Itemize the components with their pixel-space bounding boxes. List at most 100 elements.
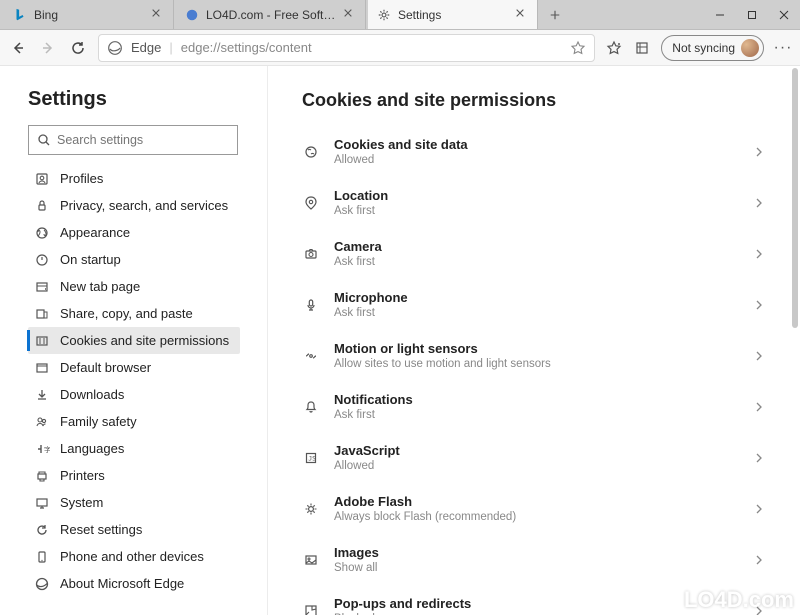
family-icon: [34, 414, 50, 430]
favorites-icon[interactable]: [605, 39, 623, 57]
chevron-right-icon: [754, 249, 764, 259]
permission-title: Cookies and site data: [334, 137, 754, 152]
profile-sync-button[interactable]: Not syncing: [661, 35, 764, 61]
startup-icon: [34, 252, 50, 268]
downloads-icon: [34, 387, 50, 403]
permission-status: Always block Flash (recommended): [334, 511, 754, 523]
chevron-right-icon: [754, 402, 764, 412]
collections-icon[interactable]: [633, 39, 651, 57]
chevron-right-icon: [754, 198, 764, 208]
tab-bing[interactable]: Bing: [4, 0, 174, 29]
permission-title: Microphone: [334, 290, 754, 305]
chevron-right-icon: [754, 147, 764, 157]
favorite-icon[interactable]: [570, 40, 586, 56]
javascript-icon: JS: [302, 449, 320, 467]
sidebar-item-about[interactable]: About Microsoft Edge: [28, 570, 240, 597]
sync-label: Not syncing: [672, 41, 735, 55]
sidebar-item-profiles[interactable]: Profiles: [28, 165, 240, 192]
sidebar-item-label: New tab page: [60, 279, 140, 294]
permission-notifications[interactable]: NotificationsAsk first: [302, 384, 772, 429]
content-heading: Cookies and site permissions: [302, 90, 772, 111]
forward-button[interactable]: [38, 38, 58, 58]
sidebar-item-share[interactable]: Share, copy, and paste: [28, 300, 240, 327]
permission-microphone[interactable]: Microphone Ask first: [302, 282, 772, 327]
permission-cookies[interactable]: Cookies and site data Allowed: [302, 129, 772, 174]
settings-sidebar: Settings ProfilesPrivacy, search, and se…: [0, 66, 268, 615]
privacy-icon: [34, 198, 50, 214]
new-tab-icon: [34, 279, 50, 295]
close-icon[interactable]: [515, 8, 529, 22]
url-text: edge://settings/content: [181, 40, 563, 55]
bing-icon: [12, 7, 28, 23]
maximize-button[interactable]: [736, 0, 768, 29]
permission-status: Allowed: [334, 460, 754, 472]
sidebar-item-startup[interactable]: On startup: [28, 246, 240, 273]
microphone-icon: [302, 296, 320, 314]
sidebar-item-label: Default browser: [60, 360, 151, 375]
scrollbar[interactable]: [792, 68, 798, 328]
permission-text: ImagesShow all: [334, 545, 754, 574]
camera-icon: [302, 245, 320, 263]
sidebar-item-cookies[interactable]: Cookies and site permissions: [28, 327, 240, 354]
sidebar-item-printers[interactable]: Printers: [28, 462, 240, 489]
svg-text:JS: JS: [308, 454, 316, 462]
permission-motion-sensors[interactable]: Motion or light sensorsAllow sites to us…: [302, 333, 772, 378]
chevron-right-icon: [754, 555, 764, 565]
sidebar-item-label: Languages: [60, 441, 124, 456]
permission-status: Ask first: [334, 205, 754, 217]
profiles-icon: [34, 171, 50, 187]
search-settings[interactable]: [28, 125, 238, 155]
permission-popups[interactable]: Pop-ups and redirectsBlocked: [302, 588, 772, 615]
permission-camera[interactable]: CameraAsk first: [302, 231, 772, 276]
sidebar-item-phone[interactable]: Phone and other devices: [28, 543, 240, 570]
sidebar-item-default-browser[interactable]: Default browser: [28, 354, 240, 381]
toolbar-right: Not syncing ···: [605, 35, 792, 61]
toolbar: Edge | edge://settings/content Not synci…: [0, 30, 800, 66]
lo4d-icon: [184, 7, 200, 23]
permission-location[interactable]: LocationAsk first: [302, 180, 772, 225]
permission-text: Adobe FlashAlways block Flash (recommend…: [334, 494, 754, 523]
more-menu-button[interactable]: ···: [774, 39, 792, 57]
minimize-button[interactable]: [704, 0, 736, 29]
permission-title: Notifications: [334, 392, 754, 407]
images-icon: [302, 551, 320, 569]
tab-settings[interactable]: Settings: [368, 0, 538, 29]
back-button[interactable]: [8, 38, 28, 58]
edge-icon: [107, 40, 123, 56]
tab-lo4d[interactable]: LO4D.com - Free Software Down…: [176, 0, 366, 29]
permission-flash[interactable]: Adobe FlashAlways block Flash (recommend…: [302, 486, 772, 531]
sidebar-item-system[interactable]: System: [28, 489, 240, 516]
permission-images[interactable]: ImagesShow all: [302, 537, 772, 582]
sidebar-item-label: Reset settings: [60, 522, 142, 537]
sidebar-item-label: System: [60, 495, 103, 510]
sidebar-item-languages[interactable]: 字 Languages: [28, 435, 240, 462]
permission-status: Ask first: [334, 307, 754, 319]
sidebar-item-reset[interactable]: Reset settings: [28, 516, 240, 543]
sidebar-item-new-tab[interactable]: New tab page: [28, 273, 240, 300]
sidebar-item-family[interactable]: Family safety: [28, 408, 240, 435]
divider: |: [169, 40, 172, 55]
cookies-icon: [302, 143, 320, 161]
about-icon: [34, 576, 50, 592]
location-icon: [302, 194, 320, 212]
search-icon: [37, 133, 51, 147]
permission-status: Allowed: [334, 154, 754, 166]
sidebar-item-downloads[interactable]: Downloads: [28, 381, 240, 408]
search-input[interactable]: [57, 133, 229, 147]
sidebar-item-privacy[interactable]: Privacy, search, and services: [28, 192, 240, 219]
languages-icon: 字: [34, 441, 50, 457]
sidebar-item-appearance[interactable]: Appearance: [28, 219, 240, 246]
system-icon: [34, 495, 50, 511]
close-icon[interactable]: [151, 8, 165, 22]
permission-javascript[interactable]: JS JavaScript Allowed: [302, 435, 772, 480]
permission-status: Ask first: [334, 256, 754, 268]
new-tab-button[interactable]: [540, 0, 570, 29]
refresh-button[interactable]: [68, 38, 88, 58]
permission-text: Microphone Ask first: [334, 290, 754, 319]
address-bar[interactable]: Edge | edge://settings/content: [98, 34, 595, 62]
close-icon[interactable]: [343, 8, 357, 22]
close-button[interactable]: [768, 0, 800, 29]
permission-title: JavaScript: [334, 443, 754, 458]
sidebar-item-label: Profiles: [60, 171, 103, 186]
chevron-right-icon: [754, 606, 764, 615]
